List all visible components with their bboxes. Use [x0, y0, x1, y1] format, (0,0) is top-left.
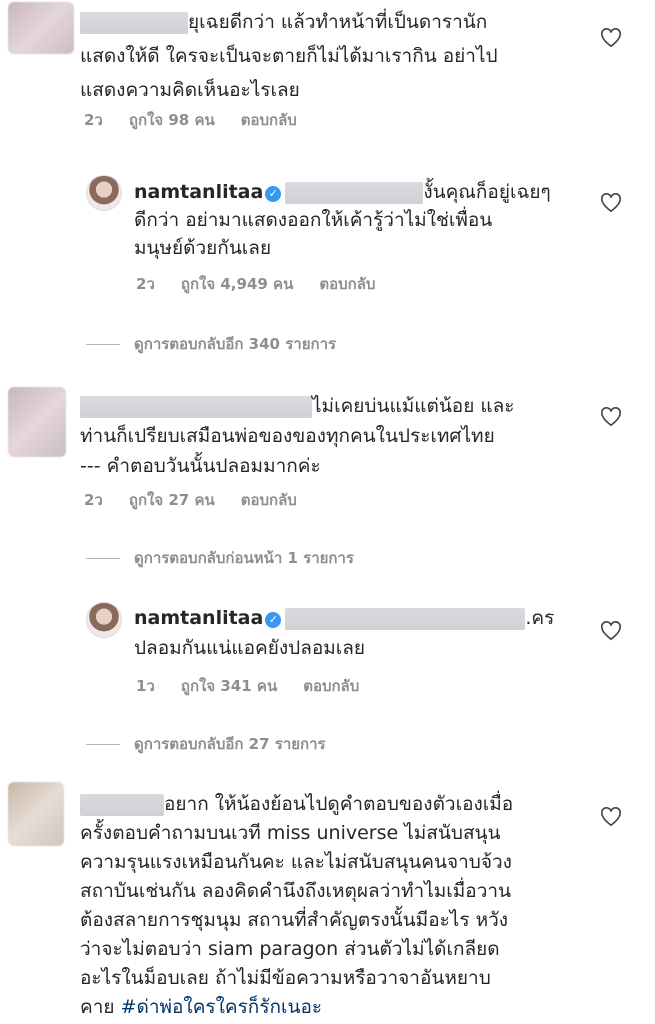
reply-button[interactable]: ตอบกลับ	[241, 111, 297, 129]
comment-text: คาย #ด่าพ่อใครใครก็รักเนอะ	[80, 996, 323, 1018]
heart-icon[interactable]	[600, 807, 622, 827]
comment-text: ต้องสลายการชุมนุม สถานที่สำคัญตรงนั้นมีอ…	[80, 909, 509, 931]
divider	[86, 344, 120, 345]
redacted-username	[80, 395, 312, 418]
comment-time[interactable]: 2ว	[136, 275, 155, 293]
comment-text: แสดงให้ดี ใครจะเป็นจะตายก็ไม่ได้มาเรากิน…	[80, 45, 498, 67]
view-more-replies[interactable]: ดูการตอบกลับอีก 340 รายการ	[86, 332, 336, 356]
avatar[interactable]	[8, 2, 74, 54]
comment-text: ครั้งตอบคำถามบนเวที miss universe ไม่สนั…	[80, 822, 501, 844]
reply-button[interactable]: ตอบกลับ	[319, 275, 375, 293]
reply-text: ดีกว่า อย่ามาแสดงออกให้เค้ารู้ว่าไม่ใช่เ…	[134, 209, 493, 231]
comment-text: ว่าจะไม่ตอบว่า siam paragon ส่วนตัวไม่ได…	[80, 938, 500, 960]
comment-text: ยุเฉยดีกว่า แล้วทำหน้าที่เป็นดารานัก	[80, 8, 487, 36]
comment-text: สถาบันเช่นกัน ลองคิดคำนึงถึงเหตุผลว่าทำไ…	[80, 880, 512, 902]
reply-button[interactable]: ตอบกลับ	[303, 677, 359, 695]
reply-text: namtanlitaa ✓ งั้นคุณก็อยู่เฉยๆ	[134, 181, 551, 204]
redacted-username	[80, 793, 164, 816]
comment-time[interactable]: 1ว	[136, 677, 155, 695]
like-count[interactable]: ถูกใจ 27 คน	[129, 491, 215, 509]
comment-meta: 1ว ถูกใจ 341 คน ตอบกลับ	[136, 674, 385, 698]
view-previous-replies[interactable]: ดูการตอบกลับก่อนหน้า 1 รายการ	[86, 546, 354, 570]
reply-text: ปลอมกันแน่แอคยังปลอมเลย	[134, 637, 366, 659]
username[interactable]: namtanlitaa	[134, 181, 263, 203]
avatar[interactable]	[86, 602, 122, 638]
comment-text: ท่านก็เปรียบเสมือนพ่อของของทุกคนในประเทศ…	[80, 425, 495, 447]
avatar[interactable]	[8, 387, 66, 457]
heart-icon[interactable]	[600, 621, 622, 641]
reply-button[interactable]: ตอบกลับ	[241, 491, 297, 509]
comment-meta: 2ว ถูกใจ 4,949 คน ตอบกลับ	[136, 272, 401, 296]
redacted-mention	[285, 181, 424, 204]
hashtag-link[interactable]: #ด่าพ่อใครใครก็รักเนอะ	[121, 996, 323, 1018]
comment-text: --- คำตอบวันนั้นปลอมมากค่ะ	[80, 455, 321, 477]
comment-text: อยาก ให้น้องย้อนไปดูคำตอบของตัวเองเมื่อ	[80, 790, 513, 818]
verified-badge-icon: ✓	[265, 186, 282, 202]
redacted-mention	[285, 607, 526, 630]
comment-text: ความรุนแรงเหมือนกันคะ และไม่สนับสนุนคนจา…	[80, 851, 512, 873]
like-count[interactable]: ถูกใจ 98 คน	[129, 111, 215, 129]
divider	[86, 744, 120, 745]
comment-text: ไม่เคยบ่นแม้แต่น้อย และ	[80, 392, 515, 420]
comment-meta: 2ว ถูกใจ 27 คน ตอบกลับ	[84, 488, 323, 512]
verified-badge-icon: ✓	[265, 612, 282, 628]
redacted-username	[80, 11, 188, 34]
reply-text: มนุษย์ด้วยกันเลย	[134, 237, 272, 259]
avatar[interactable]	[8, 782, 64, 846]
comment-meta: 2ว ถูกใจ 98 คน ตอบกลับ	[84, 108, 323, 132]
heart-icon[interactable]	[600, 28, 622, 48]
reply-text: namtanlitaa ✓ .คร	[134, 607, 555, 630]
view-more-replies[interactable]: ดูการตอบกลับอีก 27 รายการ	[86, 732, 326, 756]
avatar[interactable]	[86, 175, 122, 211]
divider	[86, 558, 120, 559]
comment-text: อะไรในม็อบเลย ถ้าไม่มีข้อความหรือวาจาอัน…	[80, 967, 491, 989]
heart-icon[interactable]	[600, 193, 622, 213]
like-count[interactable]: ถูกใจ 341 คน	[181, 677, 277, 695]
comment-text: แสดงความคิดเห็นอะไรเลย	[80, 79, 300, 101]
username[interactable]: namtanlitaa	[134, 607, 263, 629]
like-count[interactable]: ถูกใจ 4,949 คน	[181, 275, 293, 293]
comment-time[interactable]: 2ว	[84, 491, 103, 509]
comment-time[interactable]: 2ว	[84, 111, 103, 129]
heart-icon[interactable]	[600, 407, 622, 427]
